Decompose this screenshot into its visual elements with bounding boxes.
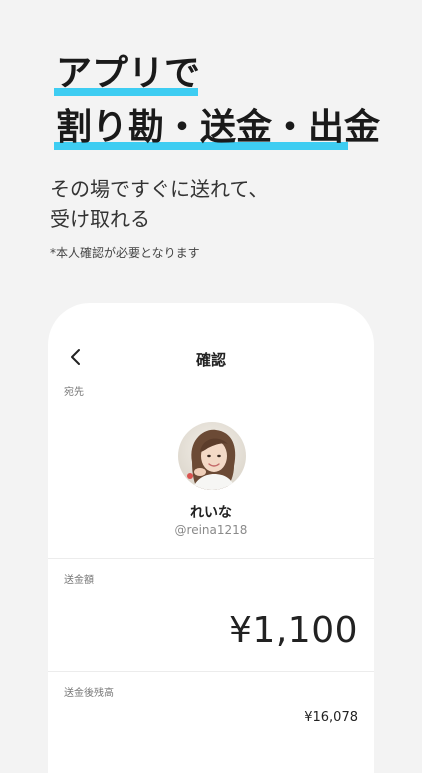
avatar[interactable] bbox=[178, 422, 246, 490]
amount-label: 送金額 bbox=[64, 575, 94, 586]
balance-label: 送金後残高 bbox=[64, 688, 114, 699]
amount-value: ¥1,100 bbox=[229, 610, 358, 651]
page-title: 確認 bbox=[195, 351, 226, 369]
divider bbox=[48, 558, 374, 559]
verification-note: *本人確認が必要となります bbox=[50, 246, 200, 260]
nav-bar: 確認 bbox=[48, 339, 374, 375]
recipient-id: @reina1218 bbox=[174, 523, 248, 537]
recipient-label: 宛先 bbox=[64, 387, 84, 398]
recipient-name: れいな bbox=[190, 505, 232, 521]
headline-line-2-text: 割り勘・送金・出金 bbox=[56, 107, 381, 148]
subcopy-line-1: その場ですぐに送れて、 bbox=[50, 177, 269, 201]
subcopy: その場ですぐに送れて、 受け取れる bbox=[50, 174, 268, 234]
balance-value: ¥16,078 bbox=[304, 710, 358, 725]
headline: アプリで 割り勘・送金・出金 bbox=[54, 56, 380, 150]
headline-line-1-text: アプリで bbox=[56, 53, 201, 94]
headline-line-1: アプリで bbox=[54, 56, 200, 96]
avatar-image bbox=[178, 422, 246, 490]
subcopy-line-2: 受け取れる bbox=[50, 207, 150, 231]
phone-screen: 確認 宛先 れいな @reina1218 送金額 ¥1,100 送金後残高 ¥1… bbox=[48, 303, 374, 773]
headline-line-2: 割り勘・送金・出金 bbox=[54, 110, 380, 150]
divider bbox=[48, 671, 374, 672]
